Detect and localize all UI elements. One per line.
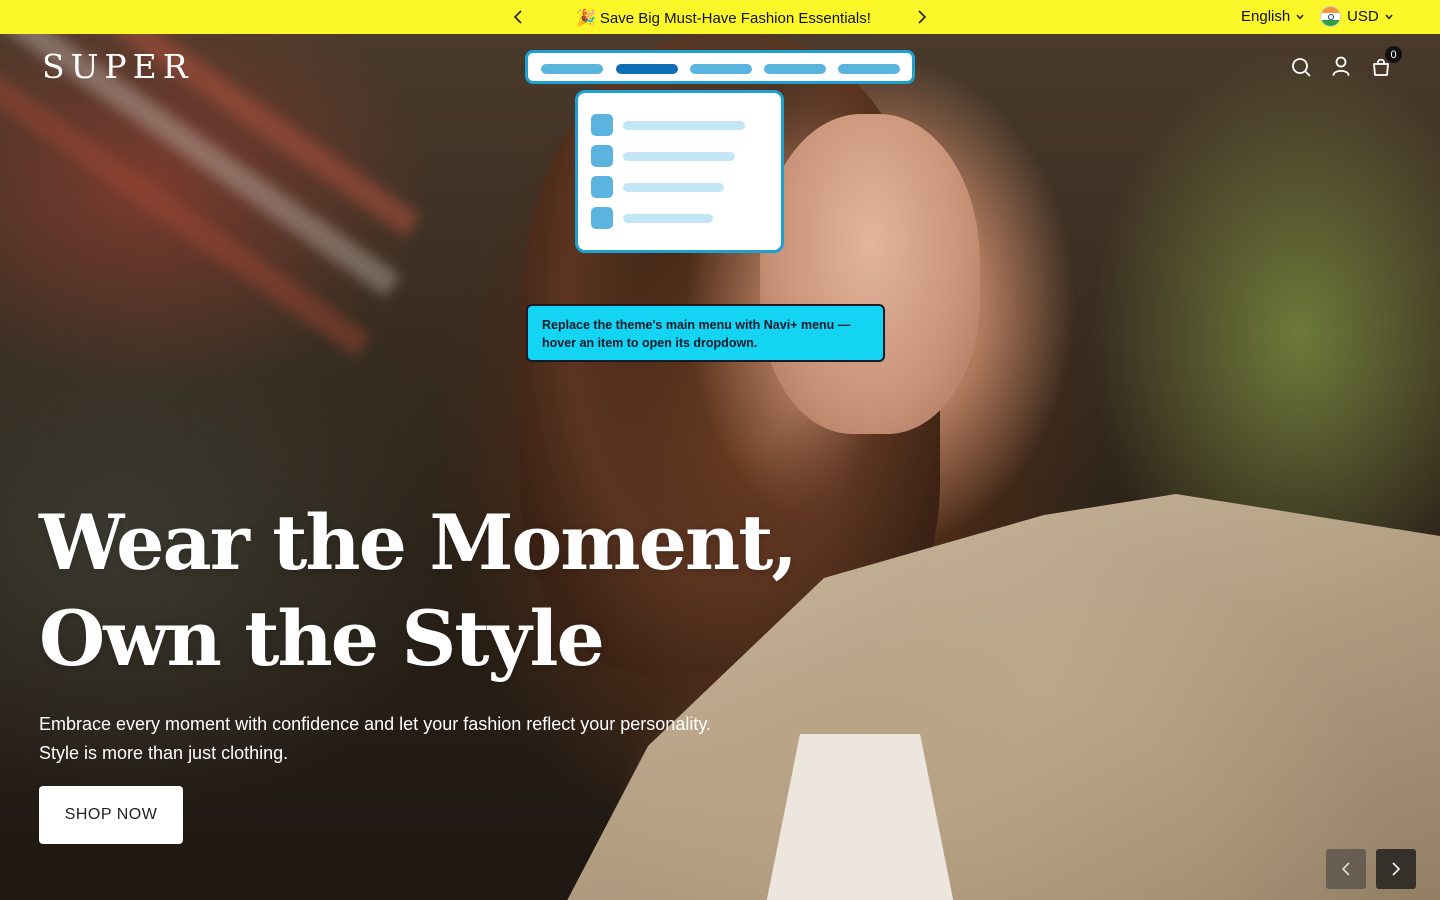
subtitle-line-2: Style is more than just clothing. [39, 743, 289, 763]
account-icon[interactable] [1330, 55, 1352, 77]
navi-menu-bar [525, 50, 915, 84]
announcement-next-icon[interactable] [913, 8, 931, 26]
hero-subtitle: Embrace every moment with confidence and… [39, 710, 799, 768]
currency-label: USD [1347, 8, 1379, 25]
announcement-bar: 🎉 Save Big Must-Have Fashion Essentials!… [0, 0, 1440, 34]
navi-tooltip: Replace the theme's main menu with Navi+… [526, 304, 885, 362]
chevron-down-icon [1385, 14, 1393, 20]
search-icon[interactable] [1290, 56, 1312, 78]
announcement-message: 🎉 Save Big Must-Have Fashion Essentials! [576, 8, 871, 28]
language-label: English [1241, 8, 1291, 25]
chevron-left-icon [1341, 862, 1350, 876]
store-logo[interactable]: SUPER [42, 47, 194, 86]
navi-dropdown [575, 90, 784, 253]
dropdown-item[interactable] [591, 207, 713, 229]
headline-line-1: Wear the Moment, [39, 498, 798, 587]
slide-prev-button[interactable] [1326, 849, 1366, 889]
headline-line-2: Own the Style [39, 594, 605, 683]
slide-next-button[interactable] [1376, 849, 1416, 889]
menu-item-5[interactable] [838, 64, 900, 74]
menu-item-1[interactable] [541, 64, 603, 74]
india-flag-icon [1320, 6, 1341, 27]
party-popper-icon: 🎉 [576, 10, 596, 27]
language-selector[interactable]: English [1241, 8, 1304, 25]
dropdown-item[interactable] [591, 114, 745, 136]
dropdown-item[interactable] [591, 176, 724, 198]
cart-count-badge: 0 [1385, 46, 1402, 63]
dropdown-item[interactable] [591, 145, 735, 167]
menu-item-3[interactable] [690, 64, 752, 74]
currency-selector[interactable]: USD [1320, 6, 1393, 27]
menu-item-2[interactable] [616, 64, 678, 74]
chevron-down-icon [1296, 14, 1304, 20]
chevron-right-icon [1392, 862, 1401, 876]
subtitle-line-1: Embrace every moment with confidence and… [39, 714, 711, 734]
announcement-prev-icon[interactable] [509, 8, 527, 26]
shop-now-button[interactable]: SHOP NOW [39, 786, 183, 844]
announcement-text: Save Big Must-Have Fashion Essentials! [599, 9, 871, 27]
menu-item-4[interactable] [764, 64, 826, 74]
hero-headline: Wear the Moment, Own the Style [39, 495, 798, 687]
